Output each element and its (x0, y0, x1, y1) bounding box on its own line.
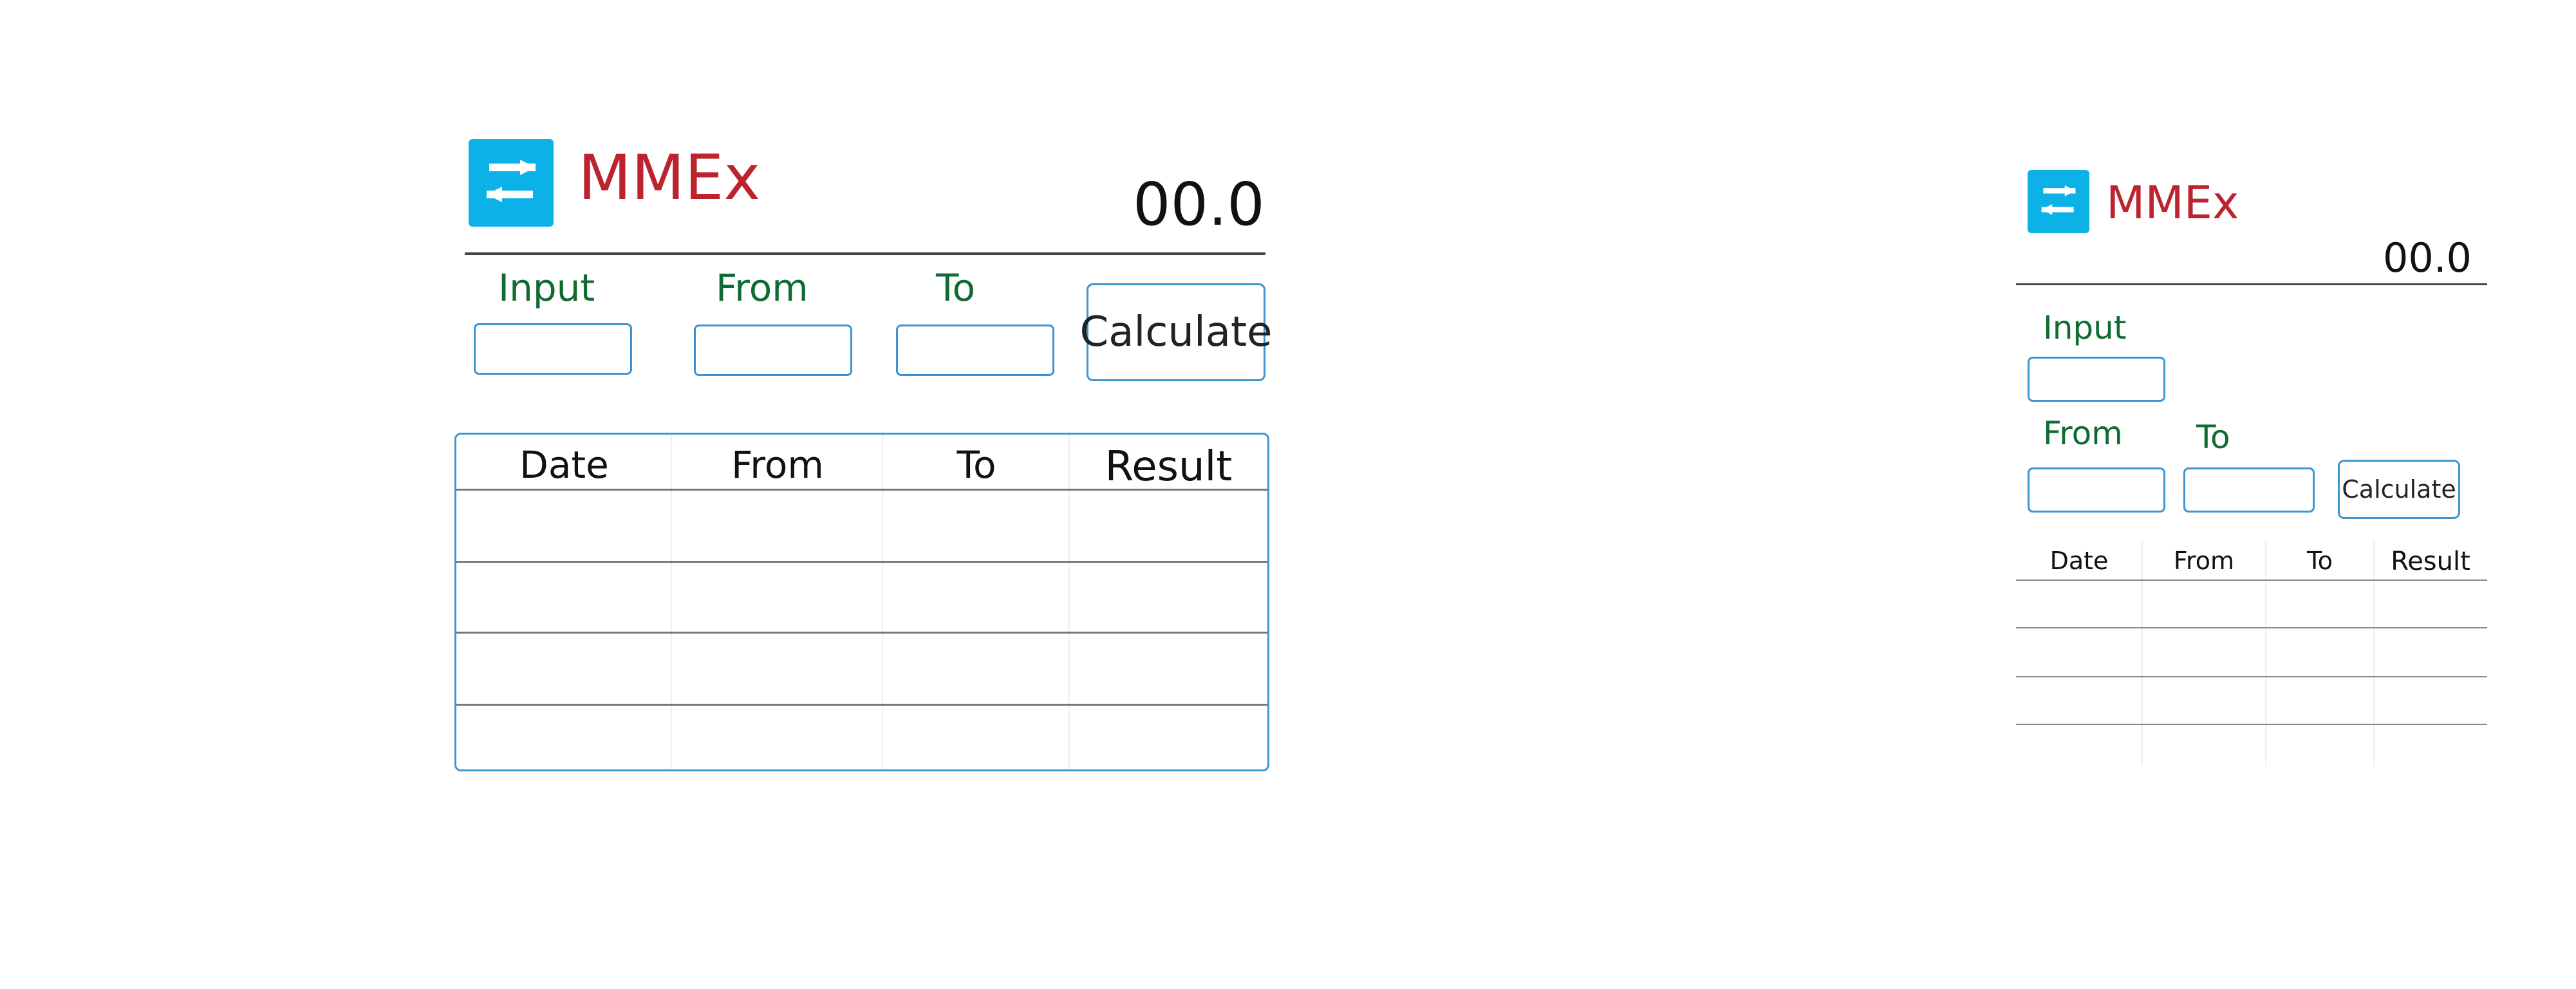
from-field[interactable] (2028, 467, 2165, 513)
column-divider (2142, 540, 2143, 766)
app-logo (2028, 170, 2089, 233)
app-logo (469, 139, 554, 227)
app-title: MMEx (2106, 176, 2239, 229)
history-table: Date From To Result (454, 433, 1269, 771)
calculate-button[interactable]: Calculate (2338, 460, 2460, 519)
to-field[interactable] (2183, 467, 2315, 513)
header-divider (465, 252, 1265, 255)
result-display: 00.0 (2382, 234, 2472, 281)
swap-arrows-icon (487, 160, 536, 202)
to-label: To (936, 266, 976, 310)
column-header-date: Date (2049, 547, 2109, 575)
table-row (2016, 676, 2487, 677)
header-divider (2016, 283, 2487, 285)
calculate-button[interactable]: Calculate (1080, 283, 1272, 381)
from-label: From (716, 266, 808, 310)
app-title: MMEx (578, 142, 761, 214)
table-row (456, 561, 1267, 563)
history-table: Date From To Result (2016, 540, 2487, 766)
to-label: To (2196, 419, 2230, 456)
desktop-mockup: MMEx 00.0 Input From To Calculate Date F… (0, 0, 1352, 837)
table-row (456, 489, 1267, 491)
table-row (2016, 724, 2487, 725)
mobile-mockup: MMEx 00.0 Input From To Calculate Date F… (1983, 0, 2562, 837)
from-label: From (2043, 415, 2123, 452)
to-field[interactable] (896, 325, 1054, 376)
input-field[interactable] (2028, 357, 2165, 402)
result-display: 00.0 (1133, 170, 1265, 239)
table-row (2016, 579, 2487, 581)
input-label: Input (498, 266, 595, 310)
column-header-from: From (2173, 547, 2235, 575)
column-header-result: Result (2391, 547, 2470, 576)
from-field[interactable] (694, 325, 852, 376)
table-row (2016, 627, 2487, 628)
table-row (456, 632, 1267, 634)
column-header-to: To (957, 443, 996, 487)
column-header-date: Date (519, 443, 609, 487)
table-row (456, 704, 1267, 706)
column-header-to: To (2306, 547, 2333, 575)
column-header-from: From (731, 443, 824, 487)
column-divider (882, 435, 883, 769)
swap-arrows-icon (2041, 185, 2076, 215)
column-header-result: Result (1105, 443, 1233, 491)
input-label: Input (2043, 309, 2127, 346)
column-divider (671, 435, 672, 769)
column-divider (2265, 540, 2266, 766)
input-field[interactable] (474, 323, 632, 375)
